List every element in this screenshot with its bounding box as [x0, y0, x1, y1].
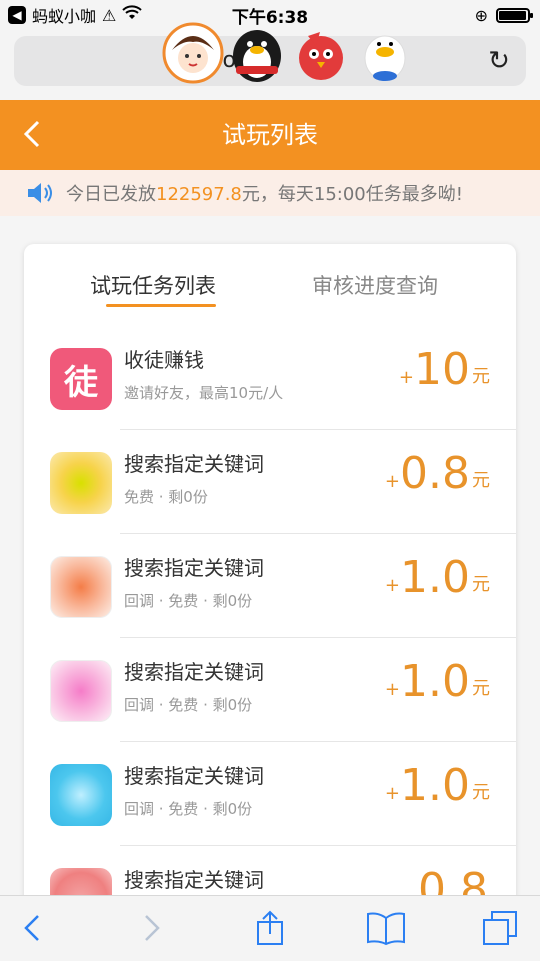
battery-icon [496, 7, 533, 23]
blurred-app-icon [50, 556, 112, 618]
notice-prefix: 今日已发放 [66, 184, 156, 205]
tabs-icon[interactable] [480, 908, 520, 948]
task-row[interactable]: 搜索指定关键词 回调 · 免费 · 剩0份 +1.0 元 [24, 534, 516, 638]
page-title: 试玩列表 [222, 121, 318, 149]
reward-unit: 元 [472, 366, 490, 387]
browser-bar: n a co ↻ [0, 22, 540, 100]
reward-plus: + [384, 575, 401, 596]
red-bird-sticker [290, 22, 352, 84]
blurred-app-icon [50, 660, 112, 722]
task-name: 搜索指定关键词 [124, 452, 264, 476]
reward-plus: + [398, 367, 414, 388]
task-name: 搜索指定关键词 [124, 764, 264, 788]
warning-icon: ⚠ [102, 5, 117, 25]
task-row[interactable]: 搜索指定关键词 回调 · 免费 · 剩0份 +1.0 元 [24, 742, 516, 846]
task-meta: 回调 · 免费 · 剩0份 [124, 696, 253, 714]
task-meta: 邀请好友，最高10元/人 [124, 384, 284, 402]
task-meta: 回调 · 免费 · 剩0份 [124, 800, 253, 818]
task-name: 搜索指定关键词 [124, 556, 264, 580]
carrier-label: 蚂蚁小咖 [32, 7, 97, 26]
task-name: 搜索指定关键词 [124, 868, 264, 892]
reward-unit: 元 [472, 678, 490, 699]
task-row[interactable]: 搜索指定关键词 免费 · 剩0份 +0.8 元 [24, 430, 516, 534]
task-reward: +1.0 元 [385, 656, 490, 708]
reward-unit: 元 [472, 574, 490, 595]
recruit-icon: 徒 [50, 348, 112, 410]
task-meta: 回调 · 免费 · 剩0份 [124, 592, 253, 610]
sticker-overlay [162, 22, 416, 84]
task-name: 收徒赚钱 [124, 348, 204, 372]
task-reward: +1.0 元 [385, 760, 490, 812]
back-to-app-icon[interactable]: ◀ [8, 6, 26, 24]
tab-review-progress[interactable]: 审核进度查询 [312, 270, 438, 300]
reward-unit: 元 [472, 470, 490, 491]
reward-amount: 0.8 [400, 448, 470, 499]
reward-unit: 元 [472, 782, 490, 803]
page-header: 试玩列表 [0, 100, 540, 170]
wifi-icon [122, 5, 143, 25]
task-list-card: 试玩任务列表 审核进度查询 徒 收徒赚钱 邀请好友，最高10元/人 +10 元 搜… [24, 244, 516, 944]
notice-suffix: 元，每天15:00任务最多呦! [241, 184, 463, 205]
share-icon[interactable] [250, 908, 290, 948]
boy-avatar-sticker [162, 22, 224, 84]
task-reward: +10 元 [399, 344, 490, 396]
tab-bar: 试玩任务列表 审核进度查询 [24, 244, 516, 326]
reward-plus: + [384, 471, 401, 492]
back-icon[interactable] [14, 908, 54, 948]
task-reward: +0.8 元 [385, 448, 490, 500]
rotation-lock-icon: ⊕ [474, 5, 488, 25]
notice-amount: 122597.8 [156, 184, 242, 205]
forward-icon[interactable] [130, 908, 170, 948]
white-duck-sticker [354, 22, 416, 84]
reward-plus: + [384, 783, 401, 804]
tab-trial-list[interactable]: 试玩任务列表 [90, 270, 216, 300]
reward-amount: 1.0 [400, 552, 470, 603]
reload-icon[interactable]: ↻ [484, 46, 514, 76]
notice-text: 今日已发放122597.8元，每天15:00任务最多呦! [66, 180, 463, 206]
notice-bar: 今日已发放122597.8元，每天15:00任务最多呦! [0, 170, 540, 216]
penguin-sticker [226, 22, 288, 84]
task-reward: +1.0 元 [385, 552, 490, 604]
blurred-app-icon [50, 764, 112, 826]
reward-amount: 1.0 [400, 656, 470, 707]
blurred-app-icon [50, 452, 112, 514]
task-row[interactable]: 搜索指定关键词 回调 · 免费 · 剩0份 +1.0 元 [24, 638, 516, 742]
task-row[interactable]: 徒 收徒赚钱 邀请好友，最高10元/人 +10 元 [24, 326, 516, 430]
reward-amount: 1.0 [400, 760, 470, 811]
task-name: 搜索指定关键词 [124, 660, 264, 684]
reward-amount: 10 [414, 344, 470, 395]
bookmarks-icon[interactable] [364, 908, 405, 948]
reward-plus: + [384, 679, 401, 700]
task-meta: 免费 · 剩0份 [124, 488, 208, 506]
browser-toolbar [0, 895, 540, 961]
speaker-icon [28, 183, 52, 203]
active-tab-indicator [106, 304, 216, 307]
